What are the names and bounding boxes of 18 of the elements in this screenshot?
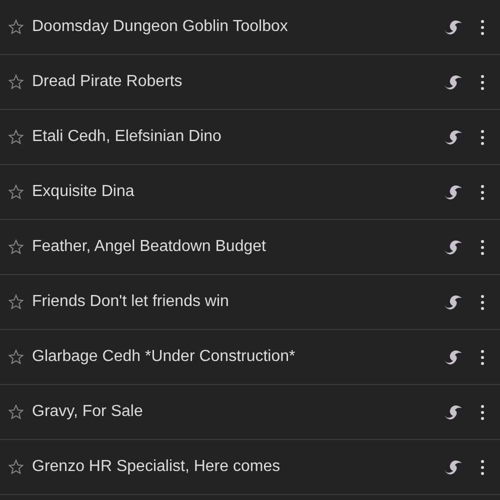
deck-name[interactable]: Doomsday Dungeon Goblin Toolbox: [32, 15, 434, 39]
favorite-star-button[interactable]: [8, 459, 24, 475]
deck-name[interactable]: Glarbage Cedh *Under Construction*: [32, 345, 434, 369]
favorite-star-button[interactable]: [8, 74, 24, 90]
favorite-star-button[interactable]: [8, 294, 24, 310]
favorite-star-button[interactable]: [8, 129, 24, 145]
favorite-star-button[interactable]: [8, 349, 24, 365]
deck-name[interactable]: Feather, Angel Beatdown Budget: [32, 235, 434, 259]
deck-name[interactable]: Gravy, For Sale: [32, 400, 434, 424]
deck-name[interactable]: Friends Don't let friends win: [32, 290, 434, 314]
deck-name[interactable]: Exquisite Dina: [32, 180, 434, 204]
favorite-star-button[interactable]: [8, 184, 24, 200]
deck-name[interactable]: Grenzo HR Specialist, Here comes: [32, 455, 434, 479]
deck-name[interactable]: Etali Cedh, Elefsinian Dino: [32, 125, 434, 149]
favorite-star-button[interactable]: [8, 239, 24, 255]
favorite-star-button[interactable]: [8, 19, 24, 35]
deck-name[interactable]: Dread Pirate Roberts: [32, 70, 434, 94]
favorite-star-button[interactable]: [8, 404, 24, 420]
